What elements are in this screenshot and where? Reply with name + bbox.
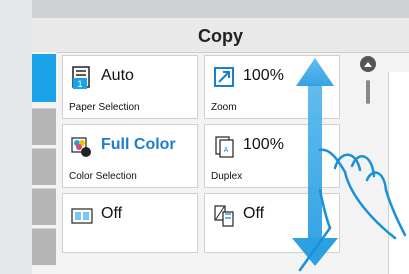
vertical-double-arrow-icon: [292, 58, 338, 266]
swipe-gesture-overlay: [292, 58, 407, 272]
device-panel: Copy 1 Auto Paper Selection 100% Zoom Fu…: [0, 0, 409, 274]
